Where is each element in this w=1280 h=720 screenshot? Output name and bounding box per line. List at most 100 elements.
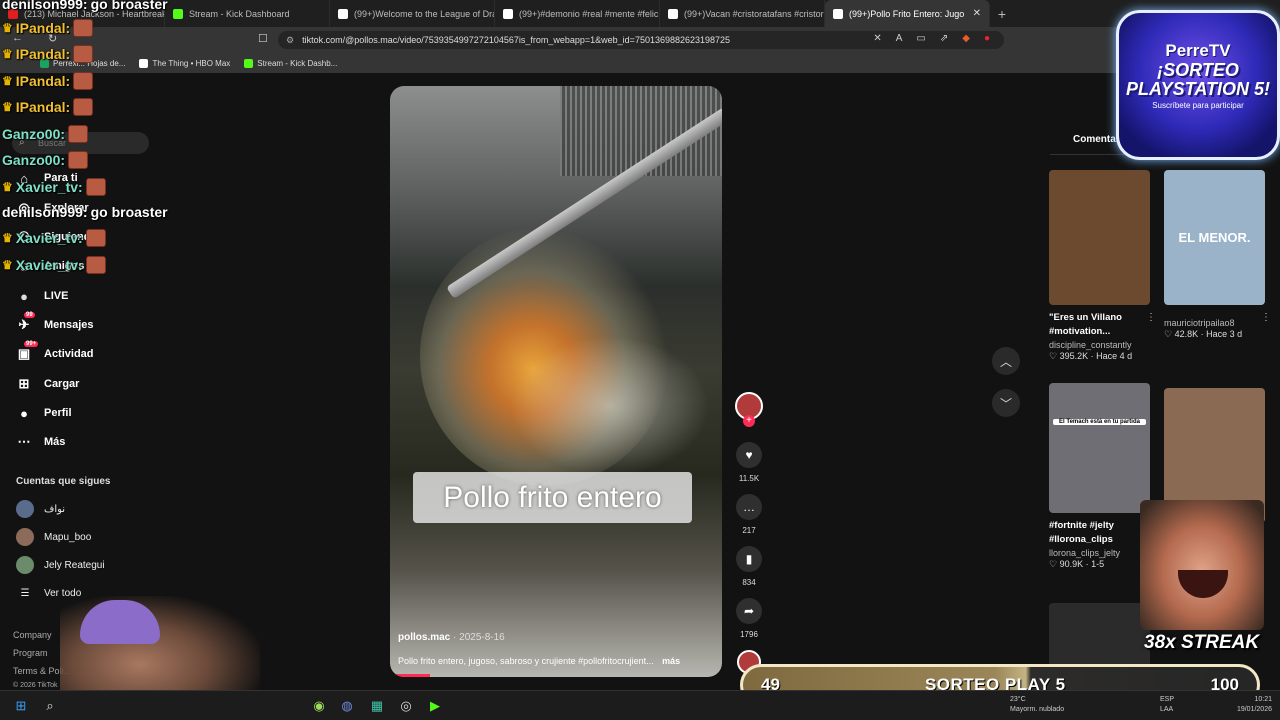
video-author[interactable]: pollos.mac <box>398 632 450 643</box>
sidebar-item[interactable]: ▣ 99+ Actividad <box>16 341 94 362</box>
share-action[interactable]: ➦ 1796 <box>736 598 762 639</box>
sidebar-item[interactable]: ✈ 99 Mensajes <box>16 312 94 333</box>
heart-icon[interactable]: ♥ <box>736 442 762 468</box>
chat-username: Ganzo00: <box>2 152 66 168</box>
comment-action[interactable]: … 217 <box>736 494 762 535</box>
clock[interactable]: 10:21 19/01/2026 <box>1237 695 1272 715</box>
taskbar-app-icon-2[interactable]: ▦ <box>368 697 386 715</box>
followed-account[interactable]: نواف <box>16 500 65 518</box>
messages-icon: ✈ 99 <box>18 312 35 332</box>
avatar <box>16 556 34 574</box>
browser-tab[interactable]: (99+)Pollo Frito Entero: Jugo ✕ <box>825 0 990 27</box>
tab-label: (99+)Welcome to the League of Drav <box>354 8 495 19</box>
chat-message: ♛ Xavier_tv: <box>2 178 106 196</box>
followed-account-name: Jely Reategui <box>44 559 105 571</box>
video-description: Pollo frito entero, jugoso, sabroso y cr… <box>398 656 654 666</box>
browser-tab[interactable]: (99+)#demonio #real #mente #felici <box>495 0 660 27</box>
chat-username: Xavier_tv: <box>15 179 83 195</box>
video-player[interactable]: Pollo frito entero pollos.mac · 2025-8-1… <box>390 86 722 677</box>
browser-tab[interactable]: (99+)Welcome to the League of Drav <box>330 0 495 27</box>
language-indicator[interactable]: ESP LAA <box>1160 695 1174 715</box>
windows-start-icon[interactable]: ⊞ <box>12 697 30 715</box>
sidebar-item[interactable]: ⊞ Cargar <box>16 376 80 392</box>
crown-badge-icon: ♛ <box>2 180 13 194</box>
more-link[interactable]: más <box>662 656 680 666</box>
footer-link[interactable]: Program <box>13 648 48 658</box>
tab-label: (99+)Vacan #cristoratafans #cristorat <box>684 8 825 19</box>
video-card[interactable]: EL MENOR. mauriciotripailao8 ♡ 42.8K · Hac… <box>1164 170 1271 340</box>
video-card-title[interactable]: #fortnite #jelty #llorona_clips <box>1049 519 1150 547</box>
discord-icon[interactable]: ◍ <box>338 697 356 715</box>
sidebar-item[interactable]: ● LIVE <box>16 288 68 304</box>
chat-username: denilson999: <box>2 204 88 220</box>
share-icon[interactable]: ⇗ <box>940 33 948 44</box>
bookmark-star-icon[interactable]: ☐ <box>258 32 268 45</box>
previous-video-button[interactable]: ︿ <box>992 347 1020 375</box>
emote-mouth <box>1178 570 1228 598</box>
logo-name: PerreTV <box>1165 41 1231 60</box>
chat-emote-icon <box>85 256 106 274</box>
next-video-button[interactable]: ﹀ <box>992 389 1020 417</box>
video-thumbnail[interactable]: EL MENOR. <box>1164 170 1265 305</box>
save-action[interactable]: ▮ 834 <box>736 546 762 587</box>
chat-emote-icon <box>68 151 89 169</box>
mute-icon[interactable]: ✕ <box>873 33 881 44</box>
video-card-user[interactable]: llorona_clips_jelty <box>1049 548 1150 558</box>
tab-close-icon[interactable]: ✕ <box>973 8 981 19</box>
cast-icon[interactable]: ▭ <box>916 33 925 44</box>
clock-date: 19/01/2026 <box>1236 706 1272 713</box>
chat-message: ♛ Xavier_tv: <box>2 229 106 247</box>
footer-link[interactable]: Company <box>13 630 52 640</box>
site-info-icon[interactable]: ⚙ <box>286 35 294 46</box>
chat-text: go broaster <box>90 204 168 220</box>
footer-link[interactable]: © 2026 TikTok <box>13 682 57 689</box>
chat-message: ♛ IPandal: <box>2 19 94 37</box>
like-action[interactable]: ♥ 11.5K <box>736 442 762 483</box>
screen: (213) Michael Jackson - Heartbreak Stream… <box>0 0 1280 720</box>
extension-red-icon[interactable]: ● <box>984 33 990 44</box>
video-card[interactable]: El Temach está en tu partida #fortnite #j… <box>1049 383 1156 570</box>
browser-tab[interactable]: (99+)Vacan #cristoratafans #cristorat <box>660 0 825 27</box>
video-card-title[interactable]: "Eres un Villano #motivation... <box>1049 311 1150 339</box>
bookmark-icon[interactable]: ▮ <box>736 546 762 572</box>
chat-text: go broaster <box>90 0 168 12</box>
bookmark-label: The Thing • HBO Max <box>152 58 231 68</box>
sidebar-item-label: Perfil <box>44 407 72 419</box>
avatar <box>16 528 34 546</box>
chat-message: denilson999: go broaster <box>2 204 168 220</box>
video-card[interactable]: "Eres un Villano #motivation... disciplin… <box>1049 170 1156 362</box>
kick-icon[interactable]: ▶ <box>426 697 444 715</box>
more-options-icon[interactable]: ⋮ <box>1146 312 1156 323</box>
followed-account[interactable]: Jely Reategui <box>16 556 105 574</box>
sidebar-item[interactable]: ● Perfil <box>16 405 72 421</box>
taskbar-app-icon-1[interactable]: ◉ <box>310 697 328 715</box>
follow-plus-icon[interactable]: + <box>743 415 755 427</box>
taskbar-search-icon[interactable]: ⌕ <box>41 697 59 715</box>
bookmark-item[interactable]: Stream - Kick Dashb... <box>244 58 337 68</box>
video-thumbnail[interactable] <box>1049 170 1150 305</box>
translate-icon[interactable]: A <box>896 33 903 44</box>
chat-emote-icon <box>73 19 94 37</box>
extension-shield-icon[interactable]: ◆ <box>962 33 970 44</box>
more-options-icon[interactable]: ⋮ <box>1261 312 1271 323</box>
browser-tab[interactable]: Stream - Kick Dashboard <box>165 0 330 27</box>
obs-icon[interactable]: ◎ <box>397 697 415 715</box>
weather-widget[interactable]: 23°C Mayorm. nublado <box>1010 695 1064 715</box>
chat-emote-icon <box>85 229 106 247</box>
chat-username: IPandal: <box>15 73 71 89</box>
sidebar-item-label: Cargar <box>44 378 80 390</box>
bookmark-item[interactable]: The Thing • HBO Max <box>139 58 231 68</box>
tab-favicon-icon <box>173 8 183 19</box>
followed-account[interactable]: Mapu_boo <box>16 528 91 546</box>
video-card-stats: ♡ 395.2K · Hace 4 d <box>1049 351 1133 361</box>
tab-favicon-icon <box>503 8 513 19</box>
video-card-user[interactable]: discipline_constantly <box>1049 340 1150 350</box>
video-progress[interactable] <box>390 674 430 677</box>
new-tab-button[interactable]: + <box>990 6 1014 22</box>
share-arrow-icon[interactable]: ➦ <box>736 598 762 624</box>
video-card-user[interactable]: mauriciotripailao8 <box>1164 318 1265 328</box>
video-author-line[interactable]: pollos.mac · 2025-8-16 <box>398 632 505 643</box>
video-thumbnail[interactable]: El Temach está en tu partida <box>1049 383 1150 513</box>
sidebar-item[interactable]: ⋯ Más <box>16 434 66 450</box>
comment-icon[interactable]: … <box>736 494 762 520</box>
